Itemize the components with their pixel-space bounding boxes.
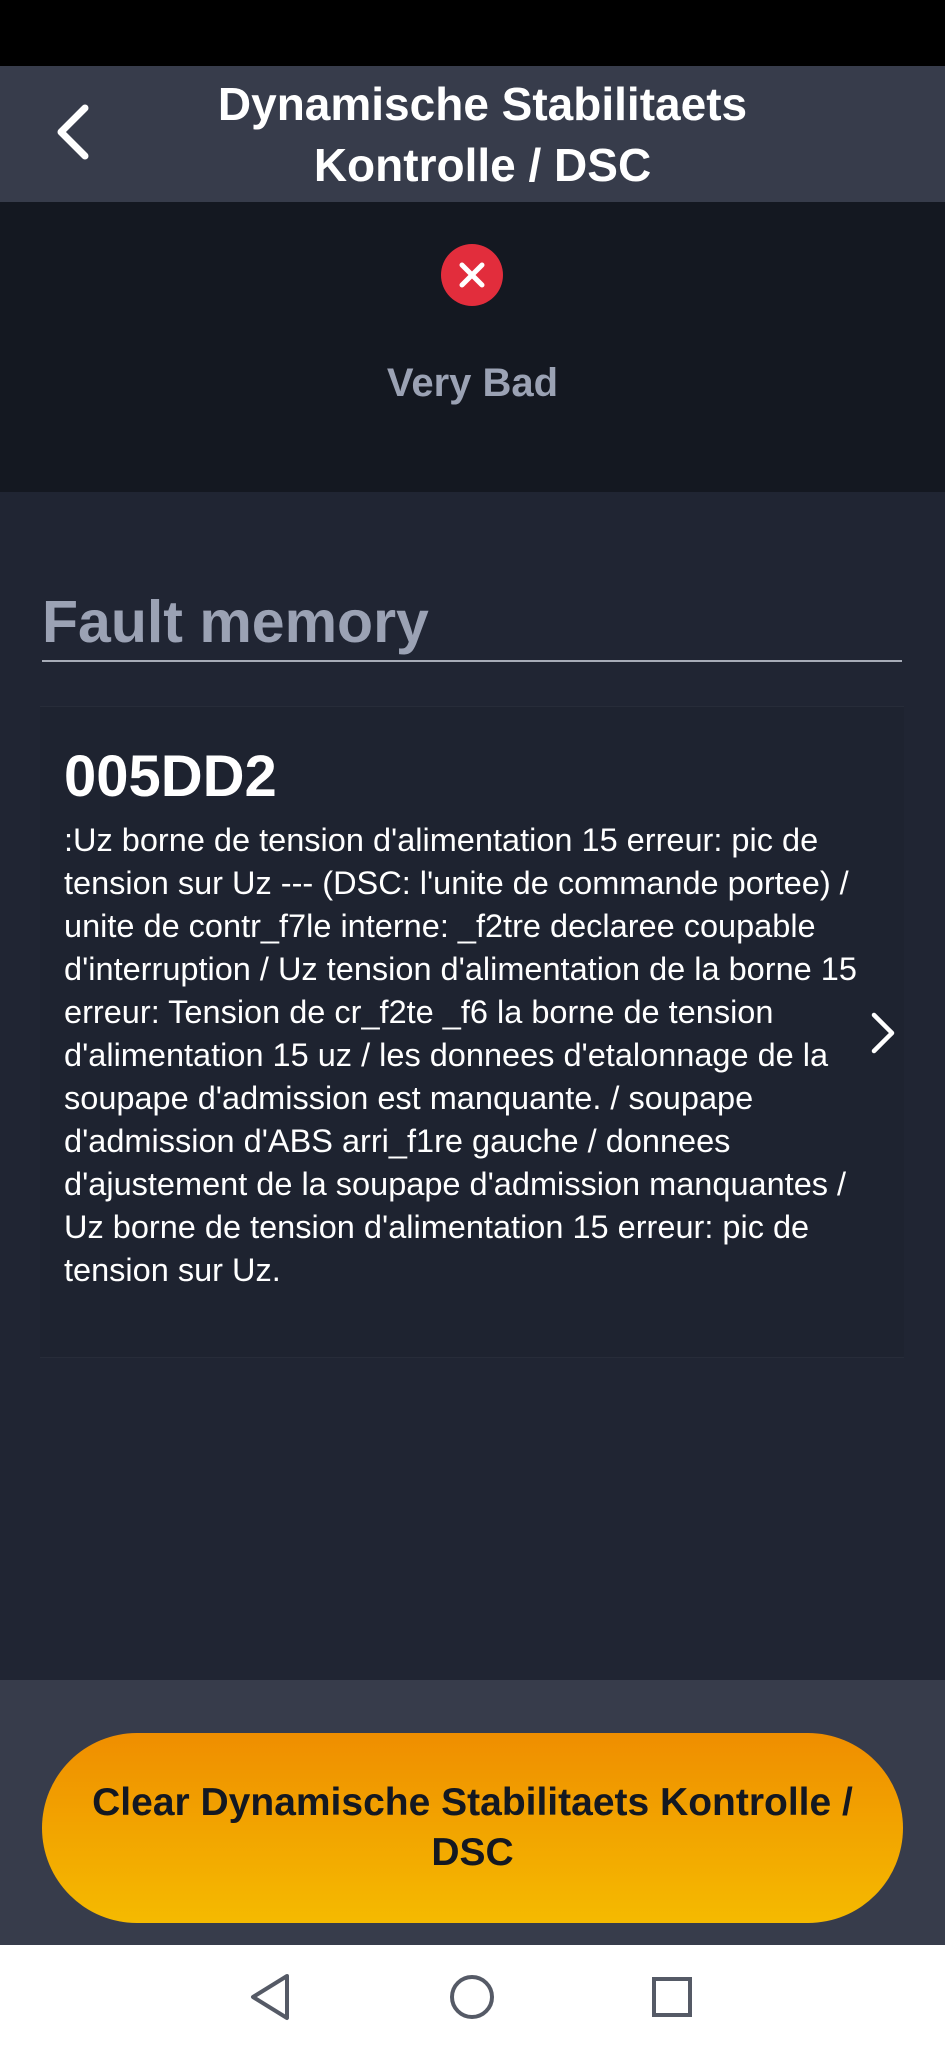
section-divider [42, 660, 902, 662]
screen: Dynamische Stabilitaets Kontrolle / DSC … [0, 0, 945, 2048]
fault-list-item[interactable]: 005DD2 :Uz borne de tension d'alimentati… [40, 706, 904, 1358]
back-button[interactable] [38, 96, 108, 168]
fault-description: :Uz borne de tension d'alimentation 15 e… [64, 822, 857, 1288]
chevron-left-icon [57, 104, 89, 160]
page-title: Dynamische Stabilitaets Kontrolle / DSC [217, 78, 748, 191]
system-nav-bar [0, 1945, 945, 2048]
nav-recents-button[interactable] [640, 1965, 704, 2029]
app-header: Dynamische Stabilitaets Kontrolle / DSC [0, 66, 945, 202]
system-status-bar [0, 0, 945, 66]
section-title-fault-memory: Fault memory [42, 589, 429, 655]
chevron-right-icon [871, 1012, 895, 1054]
nav-home-button[interactable] [440, 1965, 504, 2029]
square-recents-icon [652, 1977, 692, 2017]
fault-code: 005DD2 [64, 744, 277, 809]
circle-home-icon [450, 1975, 494, 2019]
footer: Clear Dynamische Stabilitaets Kontrolle … [0, 1680, 945, 1945]
nav-back-button[interactable] [238, 1965, 302, 2029]
triangle-back-icon [251, 1974, 289, 2020]
status-label: Very Bad [386, 361, 559, 405]
error-x-icon [441, 244, 503, 306]
clear-faults-button[interactable]: Clear Dynamische Stabilitaets Kontrolle … [42, 1733, 903, 1923]
